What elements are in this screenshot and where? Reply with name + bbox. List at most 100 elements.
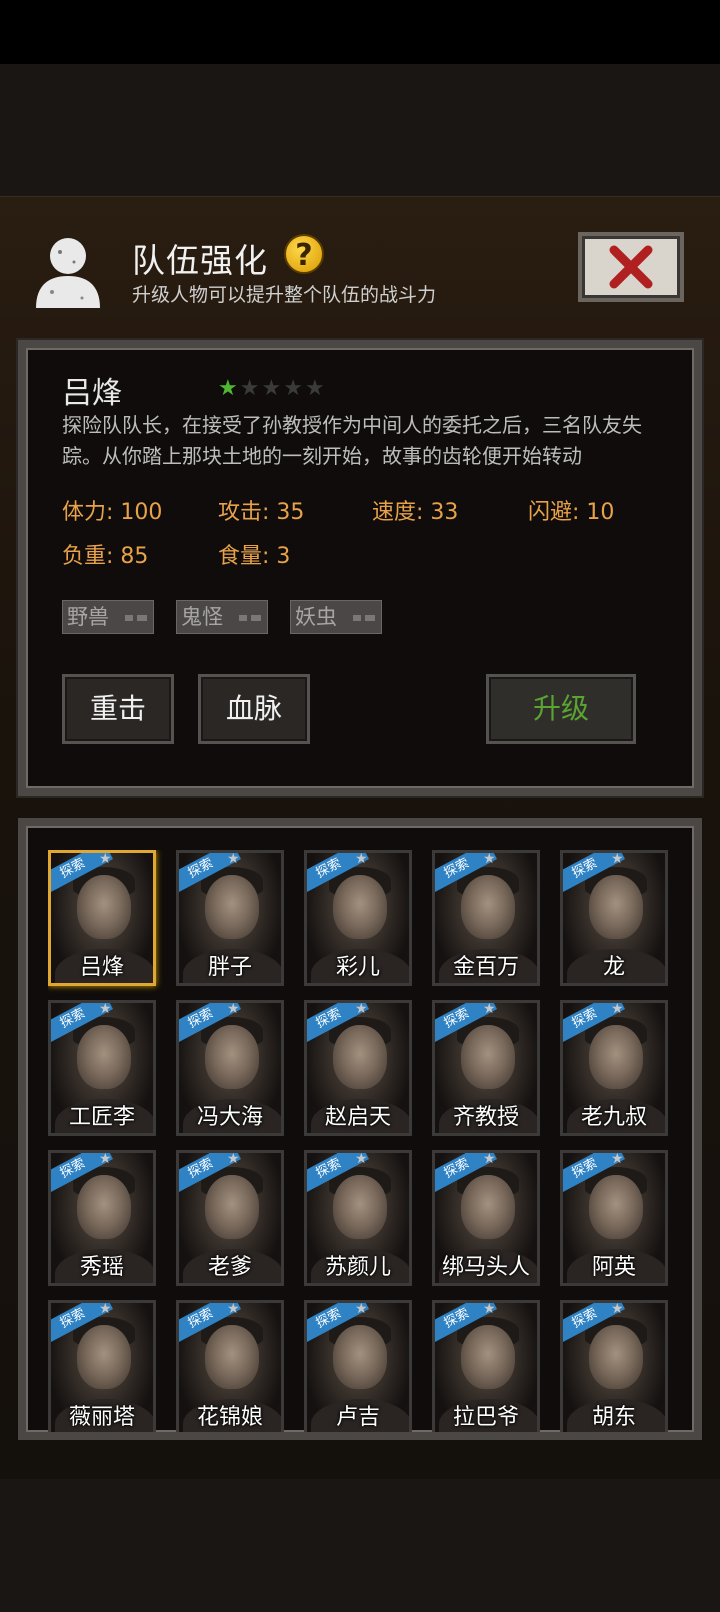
portrait-face [77, 1325, 131, 1389]
star-icon: ★ [611, 1151, 624, 1167]
tag-ghost: 鬼怪 [176, 600, 268, 634]
portrait-face [461, 875, 515, 939]
character-card[interactable]: 探索 ★ 卢吉 [304, 1300, 412, 1432]
character-card[interactable]: 探索 ★ 苏颜儿 [304, 1150, 412, 1286]
character-card[interactable]: 探索 ★ 工匠李 [48, 1000, 156, 1136]
character-card-name: 老九叔 [580, 1105, 647, 1130]
character-card[interactable]: 探索 ★ 胖子 [176, 850, 284, 986]
star-icon: ★ [261, 376, 282, 401]
character-card[interactable]: 探索 ★ 老九叔 [560, 1000, 668, 1136]
character-card-name: 胡东 [591, 1405, 636, 1430]
character-card[interactable]: 探索 ★ 拉巴爷 [432, 1300, 540, 1432]
star-icon: ★ [227, 851, 240, 867]
page-title: 队伍强化 [132, 241, 268, 280]
character-card[interactable]: 探索 ★ 阿英 [560, 1150, 668, 1286]
portrait-face [333, 1325, 387, 1389]
star-icon: ★ [304, 376, 325, 401]
star-icon: ★ [483, 1001, 496, 1017]
stat-speed: 速度: 33 [372, 500, 459, 525]
portrait-face [461, 1025, 515, 1089]
portrait-face [333, 1025, 387, 1089]
character-card[interactable]: 探索 ★ 花锦娘 [176, 1300, 284, 1432]
character-card[interactable]: 探索 ★ 冯大海 [176, 1000, 284, 1136]
portrait-face [333, 875, 387, 939]
portrait-face [589, 1175, 643, 1239]
character-card-name: 秀瑶 [79, 1255, 124, 1280]
star-icon: ★ [99, 1001, 112, 1017]
stat-stamina: 体力: 100 [62, 500, 163, 525]
tag-label: 鬼怪 [181, 605, 223, 629]
tag-insect: 妖虫 [290, 600, 382, 634]
star-icon: ★ [355, 1001, 368, 1017]
star-icon: ★ [227, 1301, 240, 1317]
portrait-face [589, 875, 643, 939]
close-button[interactable] [578, 232, 684, 302]
star-icon: ★ [483, 851, 496, 867]
portrait-face [77, 1025, 131, 1089]
star-icon: ★ [611, 851, 624, 867]
character-card-name: 卢吉 [335, 1405, 380, 1430]
portrait-face [205, 1325, 259, 1389]
character-card[interactable]: 探索 ★ 赵启天 [304, 1000, 412, 1136]
star-icon: ★ [483, 1151, 496, 1167]
character-card[interactable]: 探索 ★ 绑马头人 [432, 1150, 540, 1286]
skill-bloodline-button[interactable]: 血脉 [198, 674, 310, 744]
stat-food: 食量: 3 [218, 544, 291, 569]
character-card-name: 花锦娘 [196, 1405, 263, 1430]
character-grid[interactable]: 探索 ★ 吕烽 探索 ★ 胖子 探索 ★ 彩儿 探索 ★ 金百万 探索 ★ 龙探索 ★ 工匠李 探索 ★ 冯大海 探索 ★… [48, 850, 680, 1432]
tag-label: 野兽 [67, 605, 109, 629]
character-card-name: 冯大海 [196, 1105, 263, 1130]
star-icon: ★ [99, 1301, 112, 1317]
character-card[interactable]: 探索 ★ 老爹 [176, 1150, 284, 1286]
stat-dodge: 闪避: 10 [528, 500, 615, 525]
player-silhouette-icon [36, 238, 100, 308]
character-description: 探险队队长，在接受了孙教授作为中间人的委托之后，三名队友失踪。从你踏上那块土地的… [62, 413, 642, 468]
character-card[interactable]: 探索 ★ 彩儿 [304, 850, 412, 986]
skill-heavy-strike-button[interactable]: 重击 [62, 674, 174, 744]
character-card-name: 拉巴爷 [452, 1405, 519, 1430]
star-icon: ★ [218, 376, 238, 401]
character-card-name: 吕烽 [79, 955, 124, 980]
character-name: 吕烽 [62, 376, 122, 411]
star-icon: ★ [227, 1151, 240, 1167]
character-card-name: 工匠李 [68, 1105, 135, 1130]
portrait-face [77, 875, 131, 939]
character-card[interactable]: 探索 ★ 秀瑶 [48, 1150, 156, 1286]
stat-attack: 攻击: 35 [218, 500, 305, 525]
status-bar [0, 0, 720, 64]
star-icon: ★ [99, 851, 112, 867]
character-card[interactable]: 探索 ★ 龙 [560, 850, 668, 986]
tag-beast: 野兽 [62, 600, 154, 634]
star-icon: ★ [355, 1301, 368, 1317]
star-icon: ★ [355, 851, 368, 867]
character-card-name: 阿英 [591, 1255, 636, 1280]
character-card[interactable]: 探索 ★ 金百万 [432, 850, 540, 986]
character-card-name: 齐教授 [452, 1105, 519, 1130]
portrait-face [205, 875, 259, 939]
character-card-name: 薇丽塔 [68, 1405, 135, 1430]
portrait-face [205, 1175, 259, 1239]
portrait-face [77, 1175, 131, 1239]
character-card-name: 金百万 [452, 955, 519, 980]
character-card-name: 龙 [602, 955, 625, 980]
portrait-face [589, 1325, 643, 1389]
character-card[interactable]: 探索 ★ 齐教授 [432, 1000, 540, 1136]
character-grid-panel: 探索 ★ 吕烽 探索 ★ 胖子 探索 ★ 彩儿 探索 ★ 金百万 探索 ★ 龙探索 ★ 工匠李 探索 ★ 冯大海 探索 ★… [18, 818, 702, 1440]
character-card-name: 老爹 [207, 1255, 252, 1280]
close-icon [609, 245, 653, 289]
portrait-face [333, 1175, 387, 1239]
star-icon: ★ [283, 376, 303, 401]
character-card[interactable]: 探索 ★ 胡东 [560, 1300, 668, 1432]
character-card-name: 彩儿 [335, 955, 380, 980]
character-card-name: 绑马头人 [441, 1255, 530, 1280]
star-icon: ★ [611, 1001, 624, 1017]
upgrade-button[interactable]: 升级 [486, 674, 636, 744]
character-card[interactable]: 探索 ★ 吕烽 [48, 850, 156, 986]
portrait-face [589, 1025, 643, 1089]
tag-label: 妖虫 [295, 605, 337, 629]
help-icon[interactable]: ? [284, 234, 324, 274]
portrait-face [461, 1325, 515, 1389]
character-card[interactable]: 探索 ★ 薇丽塔 [48, 1300, 156, 1432]
star-icon: ★ [239, 376, 260, 401]
page-subtitle: 升级人物可以提升整个队伍的战斗力 [132, 284, 437, 306]
